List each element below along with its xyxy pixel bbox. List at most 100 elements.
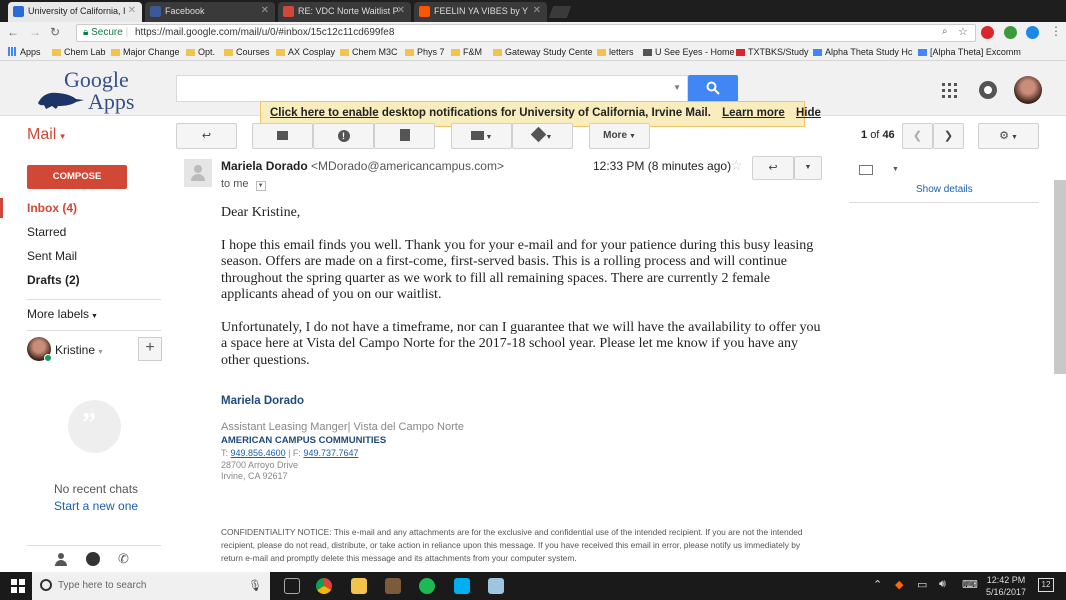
zoom-icon[interactable]: ⌕ [942, 26, 948, 37]
uci-favicon-icon [13, 6, 24, 17]
bookmark-apps[interactable]: Apps [8, 47, 41, 57]
bookmark-courses[interactable]: Courses [224, 47, 270, 57]
move-to-button[interactable]: ▼ [451, 123, 512, 149]
search-options-chevron-icon[interactable]: ▼ [673, 83, 681, 92]
start-new-chat-link[interactable]: Start a new one [54, 499, 138, 513]
close-icon[interactable]: ✕ [397, 5, 405, 16]
archive-button[interactable] [252, 123, 313, 149]
chat-user-name[interactable]: Kristine ▼ [55, 343, 104, 357]
divider [27, 330, 161, 331]
phone-icon[interactable]: ✆ [118, 551, 129, 567]
bookmark-usee-eyes[interactable]: U See Eyes - Home [643, 47, 735, 57]
chevron-down-icon[interactable]: ▼ [892, 166, 899, 173]
bookmark-phys-7[interactable]: Phys 7 [405, 47, 445, 57]
app-icon[interactable] [385, 578, 401, 594]
keyboard-icon[interactable]: ⌨ [962, 578, 978, 591]
close-icon[interactable]: ✕ [533, 5, 541, 16]
envelope-icon[interactable] [859, 165, 873, 175]
fax-link[interactable]: 949.737.7647 [303, 448, 358, 458]
tab-vdc-waitlist[interactable]: RE: VDC Norte Waitlist P ✕ [278, 2, 411, 22]
lock-icon: 🔒︎ [83, 27, 89, 38]
hangouts-icon[interactable] [86, 552, 100, 566]
bookmark-alpha-theta-study[interactable]: Alpha Theta Study Hc [813, 47, 912, 57]
newer-button[interactable]: ❮ [902, 123, 933, 149]
account-avatar[interactable] [1014, 76, 1042, 104]
file-explorer-icon[interactable] [351, 578, 367, 594]
extension-icon[interactable] [1004, 26, 1017, 39]
apps-grid-icon[interactable] [942, 83, 957, 98]
microphone-icon[interactable]: 🎙︎ [248, 579, 262, 592]
taskbar-clock[interactable]: 12:42 PM 5/16/2017 [985, 574, 1027, 598]
tray-chevron-up-icon[interactable]: ⌃ [873, 578, 882, 591]
bookmark-alpha-theta-excomm[interactable]: [Alpha Theta] Excomm [918, 47, 1021, 57]
delete-button[interactable] [374, 123, 435, 149]
google-apps-logo[interactable]: Google Apps [36, 67, 146, 114]
sidebar-item-starred[interactable]: Starred [27, 225, 66, 239]
taskbar-search-input[interactable]: Type here to search 🎙︎ [32, 572, 270, 600]
reply-button[interactable]: ↩ [752, 156, 794, 180]
signature-address-line1: 28700 Arroyo Drive [221, 460, 299, 470]
bookmark-ax-cosplay[interactable]: AX Cosplay [276, 47, 335, 57]
app-icon[interactable] [488, 578, 504, 594]
bookmark-major-change[interactable]: Major Change [111, 47, 180, 57]
sidebar-item-inbox[interactable]: Inbox (4) [27, 201, 77, 215]
chrome-icon[interactable] [316, 578, 332, 594]
search-input[interactable]: ▼ [176, 75, 688, 102]
page-scrollbar[interactable] [1054, 180, 1066, 374]
bookmark-fm[interactable]: F&M [451, 47, 482, 57]
new-tab-button[interactable] [548, 6, 572, 18]
bookmark-txtbks[interactable]: TXTBKS/Study [736, 47, 809, 57]
bookmark-gateway[interactable]: Gateway Study Cente [493, 47, 593, 57]
tab-uci-mail[interactable]: University of California, I ✕ [8, 2, 142, 22]
paragraph: Unfortunately, I do not have a timeframe… [221, 319, 821, 368]
star-icon[interactable]: ☆ [958, 25, 968, 38]
close-icon[interactable]: ✕ [261, 5, 269, 16]
forward-arrow-icon[interactable]: → [29, 25, 41, 39]
reload-icon[interactable]: ↻ [50, 25, 60, 39]
abp-extension-icon[interactable] [981, 26, 994, 39]
star-icon[interactable]: ☆ [730, 157, 743, 174]
show-details-chevron-icon[interactable]: ▼ [255, 181, 266, 191]
sender-name[interactable]: Mariela Dorado [221, 159, 308, 173]
tab-soundcloud[interactable]: FEELIN YA VIBES by Y ✕ [414, 2, 547, 22]
tray-app-icon[interactable]: ◆ [895, 578, 903, 591]
more-labels-toggle[interactable]: More labels ▼ [27, 307, 98, 321]
close-icon[interactable]: ✕ [128, 5, 136, 16]
extension-icon[interactable] [1026, 26, 1039, 39]
more-actions-button[interactable]: ▼ [794, 156, 822, 180]
contacts-person-icon[interactable] [55, 553, 67, 566]
tab-facebook[interactable]: Facebook ✕ [145, 2, 275, 22]
bookmark-letters[interactable]: letters [597, 47, 634, 57]
logo-word-apps: Apps [88, 89, 135, 114]
add-chat-button[interactable]: + [138, 337, 162, 361]
sidebar-item-drafts[interactable]: Drafts (2) [27, 273, 80, 287]
task-view-icon[interactable] [284, 578, 300, 594]
labels-button[interactable]: ▼ [512, 123, 573, 149]
notifications-icon[interactable] [979, 81, 997, 99]
show-details-link[interactable]: Show details [916, 184, 973, 195]
back-to-inbox-button[interactable]: ↩ [176, 123, 237, 149]
volume-icon[interactable]: 🔊︎ [939, 578, 946, 591]
phone-link[interactable]: 949.856.4600 [231, 448, 286, 458]
back-arrow-icon[interactable]: ← [7, 25, 19, 39]
menu-dots-icon[interactable]: ⋮ [1050, 24, 1062, 38]
recipient-line: to me ▼ [221, 178, 266, 191]
older-button[interactable]: ❯ [933, 123, 964, 149]
sidebar-item-sent[interactable]: Sent Mail [27, 249, 77, 263]
more-button[interactable]: More ▼ [589, 123, 650, 149]
windows-start-icon[interactable] [11, 579, 25, 593]
report-spam-button[interactable]: ! [313, 123, 374, 149]
compose-button[interactable]: COMPOSE [27, 165, 127, 189]
bookmark-chem-m3c[interactable]: Chem M3C [340, 47, 398, 57]
bookmark-chem-lab[interactable]: Chem Lab [52, 47, 106, 57]
search-button[interactable] [688, 75, 738, 102]
settings-button[interactable]: ⚙ ▼ [978, 123, 1039, 149]
bookmark-opt[interactable]: Opt. [186, 47, 215, 57]
address-bar[interactable]: 🔒︎ Secure | https://mail.google.com/mail… [76, 24, 976, 42]
mail-menu[interactable]: Mail ▼ [27, 126, 66, 144]
skype-icon[interactable] [454, 578, 470, 594]
spotify-icon[interactable] [419, 578, 435, 594]
action-center-icon[interactable]: 12 [1038, 578, 1054, 592]
chevron-right-icon: ❯ [943, 130, 954, 142]
battery-icon[interactable]: ▭ [917, 578, 927, 591]
